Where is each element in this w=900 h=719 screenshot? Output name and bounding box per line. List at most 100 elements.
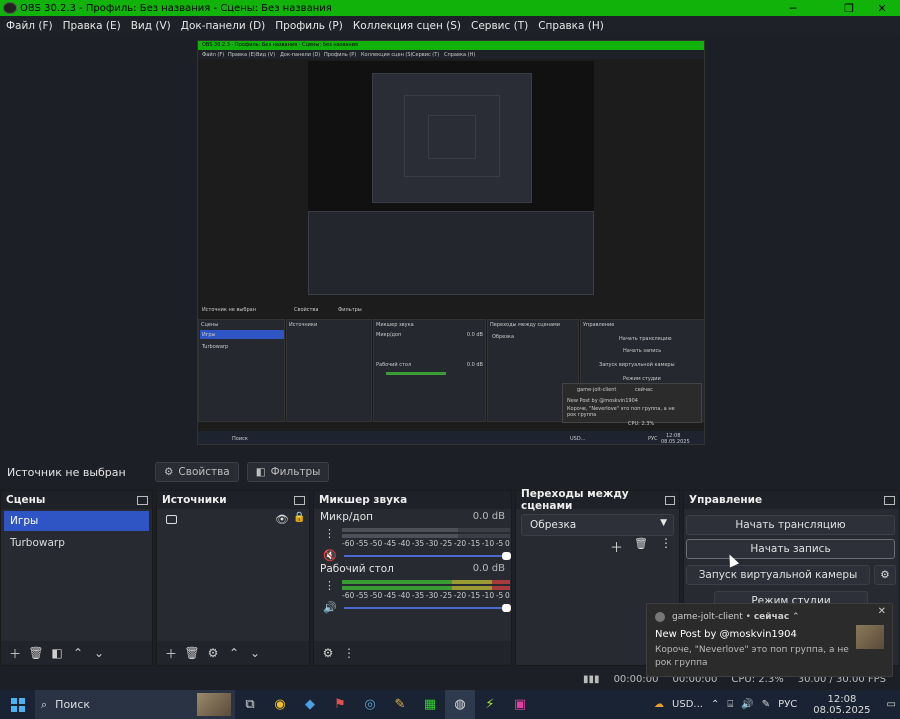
sources-dock: Источники 👁 🔒 ＋ 🗑 ⚙ ⌃ ⌄ (156, 490, 310, 666)
add-icon[interactable]: ＋ (5, 643, 25, 663)
level-meter (342, 580, 510, 584)
menu-docks[interactable]: Док-панели (D) (181, 20, 266, 32)
advanced-audio-icon[interactable]: ⚙ (318, 643, 338, 663)
close-icon[interactable]: ✕ (878, 606, 886, 617)
notification-body: Короче, "Neverlove" это поп группа, а не… (655, 645, 849, 668)
preview-canvas[interactable]: OBS 30.2.3 - Профиль: Без названия - Сце… (0, 35, 900, 453)
windows-taskbar: ⌕ Поиск ⧉ ◉ ◆ ⚑ ◎ ✎ ▦ ◍ ⚡ ▣ ☁ USD... ⌃ ⌸… (0, 690, 900, 719)
trash-icon[interactable]: 🗑 (26, 643, 46, 663)
undock-icon[interactable] (137, 495, 148, 505)
virtual-camera-settings-icon[interactable]: ⚙ (874, 565, 896, 585)
notification-center-icon[interactable]: ▭ (887, 699, 896, 710)
kebab-menu-icon[interactable]: ⋮ (324, 579, 335, 592)
transitions-title: Переходы между сценами (521, 488, 629, 512)
app-icon[interactable]: ◎ (355, 690, 385, 719)
display-capture-icon (166, 515, 177, 524)
nested-sources-dock: Источники (286, 319, 372, 422)
gear-icon[interactable]: ⚙ (203, 643, 223, 663)
menu-profile[interactable]: Профиль (P) (275, 20, 343, 32)
chevron-down-icon: ▼ (660, 518, 667, 528)
start-recording-button[interactable]: Начать запись (686, 539, 895, 559)
app-icon[interactable]: ◆ (295, 690, 325, 719)
trash-icon[interactable]: 🗑 (634, 537, 648, 550)
add-icon[interactable]: ＋ (161, 643, 181, 663)
gear-icon: ⚙ (164, 466, 174, 478)
nested-inner-docks (308, 211, 594, 295)
language-indicator[interactable]: РУС (778, 699, 797, 710)
move-down-icon[interactable]: ⌄ (89, 643, 109, 663)
obs-icon[interactable]: ◍ (445, 690, 475, 719)
start-streaming-button[interactable]: Начать трансляцию (686, 515, 895, 535)
app-icon[interactable]: ▣ (505, 690, 535, 719)
windows-start-icon[interactable] (11, 697, 25, 712)
source-item[interactable]: 👁 🔒 (157, 509, 309, 531)
mixer-title: Микшер звука (319, 494, 408, 506)
scene-item[interactable]: Turbowarp (4, 533, 149, 553)
close-button[interactable]: ✕ (867, 0, 897, 16)
nested-notification: game-jolt-client сейчас New Post by @mos… (562, 383, 702, 423)
app-icon[interactable]: ▦ (415, 690, 445, 719)
minimize-button[interactable]: ─ (778, 0, 808, 16)
nested-scenes-dock: Сцены Игры Turbowarp (198, 319, 285, 422)
move-up-icon[interactable]: ⌃ (68, 643, 88, 663)
app-icon[interactable]: ✎ (385, 690, 415, 719)
task-view-icon[interactable]: ⧉ (235, 690, 265, 719)
window-title: OBS 30.2.3 - Профиль: Без названия - Сце… (20, 2, 332, 14)
menu-tools[interactable]: Сервис (T) (471, 20, 528, 32)
no-source-label: Источник не выбран (7, 465, 126, 479)
taskbar-search[interactable]: ⌕ Поиск (35, 690, 235, 719)
volume-slider[interactable] (344, 604, 511, 612)
move-up-icon[interactable]: ⌃ (224, 643, 244, 663)
db-scale: -60 -55 -50 -45 -40 -35 -30 -25 -20 -15 -10 -5 0 (342, 539, 510, 548)
properties-button[interactable]: ⚙ Свойства (155, 462, 239, 482)
transition-select[interactable]: Обрезка ▼ (521, 514, 674, 536)
notification-toast[interactable]: game-jolt-client • сейчас ⌃ ✕ New Post b… (646, 603, 893, 677)
nested-taskbar: Поиск USD... РУС 12:08 08.05.2025 (198, 431, 704, 444)
eye-icon[interactable]: 👁 (275, 513, 289, 526)
nested-menu-bar: Файл (F) Правка (E) Вид (V) Док-панели (… (198, 50, 704, 59)
weather-text[interactable]: USD... (672, 699, 703, 710)
source-toolbar: Источник не выбран ⚙ Свойства ◧ Фильтры (0, 460, 900, 484)
channel-db: 0.0 dB (472, 511, 505, 522)
undock-icon[interactable] (884, 495, 895, 505)
channel-name: Рабочий стол (320, 563, 394, 575)
lock-icon[interactable]: 🔒 (293, 512, 305, 523)
filters-button[interactable]: ◧ Фильтры (246, 462, 330, 482)
app-icon[interactable]: ⚡ (475, 690, 505, 719)
kebab-menu-icon[interactable]: ⋮ (324, 527, 335, 540)
menu-help[interactable]: Справка (H) (538, 20, 604, 32)
mixer-channel-desktop: Рабочий стол 0.0 dB ⋮ -60 -55 -50 -45 -40 -35… (318, 561, 511, 614)
add-icon[interactable]: ＋ (610, 537, 623, 556)
nested-title-bar: OBS 30.2.3 - Профиль: Без названия - Сце… (198, 41, 704, 50)
pen-icon[interactable]: ✎ (762, 699, 770, 710)
channel-name: Микр/доп (320, 511, 373, 523)
kebab-menu-icon[interactable]: ⋮ (339, 643, 359, 663)
filter-icon: ◧ (255, 466, 266, 478)
menu-view[interactable]: Вид (V) (131, 20, 171, 32)
chevron-up-icon[interactable]: ⌃ (711, 699, 719, 710)
undock-icon[interactable] (294, 495, 305, 505)
weather-icon[interactable]: ☁ (654, 699, 664, 710)
volume-icon[interactable]: 🔊 (741, 699, 753, 710)
start-virtual-camera-button[interactable]: Запуск виртуальной камеры (686, 565, 870, 585)
scene-item[interactable]: Игры (4, 511, 149, 531)
menu-scene-collection[interactable]: Коллекция сцен (S) (353, 20, 461, 32)
system-tray: ☁ USD... ⌃ ⌸ 🔊 ✎ РУС 12:08 08.05.2025 ▭ (650, 690, 900, 719)
network-icon[interactable]: ⌸ (727, 699, 733, 710)
level-meter (342, 534, 510, 538)
move-down-icon[interactable]: ⌄ (245, 643, 265, 663)
app-icon[interactable]: ⚑ (325, 690, 355, 719)
kebab-menu-icon[interactable]: ⋮ (660, 536, 672, 550)
chrome-icon[interactable]: ◉ (265, 690, 295, 719)
network-signal-icon: ▮▮▮ (583, 673, 600, 685)
menu-file[interactable]: Файл (F) (6, 20, 53, 32)
scene-filters-icon[interactable]: ◧ (47, 643, 67, 663)
app-icon (655, 612, 665, 622)
undock-icon[interactable] (665, 495, 675, 505)
trash-icon[interactable]: 🗑 (182, 643, 202, 663)
volume-slider[interactable] (344, 552, 511, 560)
maximize-button[interactable]: ❐ (834, 0, 864, 16)
menu-edit[interactable]: Правка (E) (63, 20, 121, 32)
clock[interactable]: 12:08 08.05.2025 (809, 694, 874, 716)
speaker-icon[interactable]: 🔊 (323, 601, 337, 614)
